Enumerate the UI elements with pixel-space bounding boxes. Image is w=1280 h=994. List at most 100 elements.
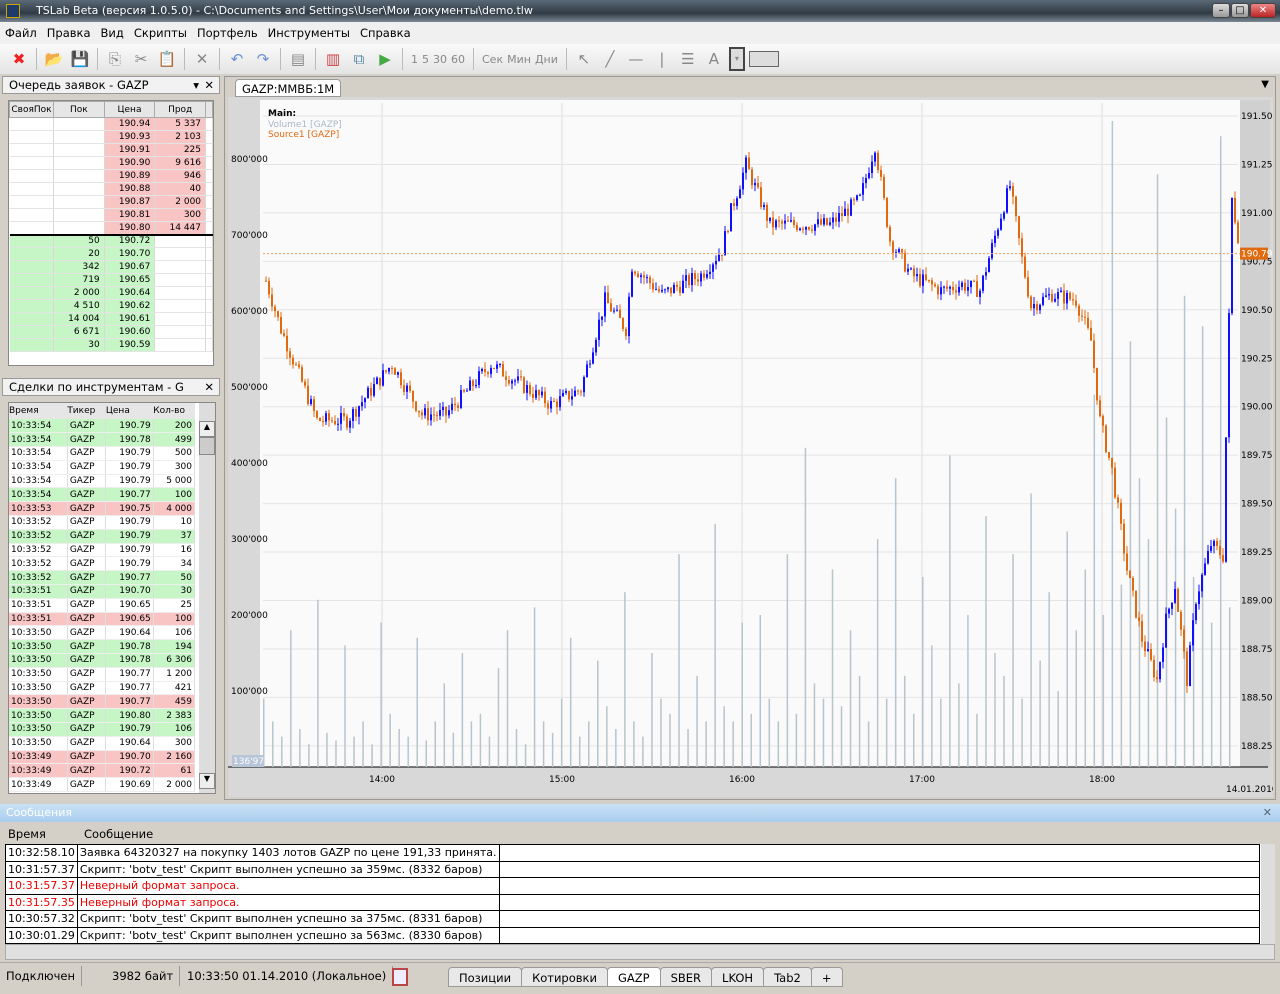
bid-row[interactable]: 30 190.59: [9, 338, 213, 352]
interval-button[interactable]: 1: [409, 53, 420, 66]
bid-row[interactable]: 2 000 190.64: [9, 286, 213, 300]
close-icon[interactable]: ✕: [1263, 804, 1272, 822]
menu-item[interactable]: Инструменты: [263, 22, 355, 44]
trade-row[interactable]: 10:33:52 GAZP 190.79 34: [9, 556, 196, 572]
bottom-tab[interactable]: LKOH: [711, 967, 765, 987]
interval-button[interactable]: 30: [431, 53, 449, 66]
menu-item[interactable]: Вид: [96, 22, 129, 44]
messages-scrollbar[interactable]: [1261, 844, 1275, 944]
trade-row[interactable]: 10:33:49 GAZP 190.70 2 160: [9, 750, 196, 765]
bid-row[interactable]: 719 190.65: [9, 273, 213, 287]
ask-row[interactable]: 190.89 946: [9, 169, 213, 183]
message-row[interactable]: 10:30:57.32 Скрипт: 'botv_test' Скрипт вы…: [5, 910, 1260, 928]
close-icon[interactable]: ✕: [204, 379, 214, 395]
column-header[interactable]: Прод: [154, 101, 207, 118]
menu-item[interactable]: Скрипты: [129, 22, 192, 44]
trade-row[interactable]: 10:33:50 GAZP 190.78 6 306: [9, 653, 196, 668]
trade-row[interactable]: 10:33:50 GAZP 190.64 106: [9, 625, 196, 641]
trade-row[interactable]: 10:33:49 GAZP 190.69 2 000: [9, 777, 196, 793]
bid-row[interactable]: 50 190.72: [9, 234, 213, 248]
bottom-tab[interactable]: Tab2: [763, 967, 812, 987]
ask-row[interactable]: 190.91 225: [9, 143, 213, 157]
scroll-down-button[interactable]: ▼: [199, 773, 215, 789]
vline-tool-icon[interactable]: |: [651, 48, 673, 70]
trade-row[interactable]: 10:33:51 GAZP 190.65 25: [9, 598, 196, 613]
messages-hscrollbar[interactable]: [5, 944, 1275, 960]
trade-row[interactable]: 10:33:54 GAZP 190.78 499: [9, 432, 196, 448]
trade-row[interactable]: 10:33:50 GAZP 190.80 2 383: [9, 708, 196, 724]
trade-row[interactable]: 10:33:51 GAZP 190.65 100: [9, 612, 196, 627]
trade-row[interactable]: 10:33:51 GAZP 190.70 30: [9, 584, 196, 599]
bid-row[interactable]: 6 671 190.60: [9, 325, 213, 339]
fibonacci-icon[interactable]: ☰: [677, 48, 699, 70]
interval-button[interactable]: 5: [420, 53, 431, 66]
copy-icon[interactable]: ⎘: [104, 48, 126, 70]
ask-row[interactable]: 190.88 40: [9, 182, 213, 196]
menu-item[interactable]: Файл: [0, 22, 42, 44]
minimize-button[interactable]: –: [1212, 3, 1230, 18]
message-row[interactable]: 10:31:57.35 Неверный формат запроса.: [5, 894, 1260, 911]
column-header[interactable]: Кол-во: [153, 403, 195, 419]
open-folder-icon[interactable]: 📂: [43, 48, 65, 70]
pin-icon[interactable]: ▾: [193, 77, 199, 93]
menu-item[interactable]: Портфель: [192, 22, 263, 44]
message-row[interactable]: 10:32:58.10 Заявка 64320327 на покупку 14…: [5, 844, 1260, 862]
column-header[interactable]: Цена: [103, 101, 156, 118]
text-tool-icon[interactable]: A: [703, 48, 725, 70]
menu-item[interactable]: Правка: [42, 22, 96, 44]
interval-button[interactable]: 60: [449, 53, 467, 66]
column-header[interactable]: СвояПок: [9, 101, 54, 118]
ask-row[interactable]: 190.93 2 103: [9, 130, 213, 144]
ask-row[interactable]: 190.87 2 000: [9, 195, 213, 209]
price-chart[interactable]: 14:00 15:00 16:00 17:00 18:00 191.50 191.25 191…: [228, 97, 1273, 797]
trade-row[interactable]: 10:33:54 GAZP 190.77 100: [9, 487, 196, 503]
close-button[interactable]: ✕: [1250, 3, 1276, 18]
trade-row[interactable]: 10:33:50 GAZP 190.77 459: [9, 694, 196, 710]
trade-row[interactable]: 10:33:54 GAZP 190.79 300: [9, 460, 196, 475]
chart-icon[interactable]: ▥: [322, 48, 344, 70]
undo-icon[interactable]: ↶: [226, 48, 248, 70]
save-icon[interactable]: 💾: [69, 48, 91, 70]
color-swatch[interactable]: [748, 51, 779, 67]
column-header[interactable]: Время: [9, 403, 68, 419]
color-dropdown[interactable]: ▾: [728, 47, 745, 71]
scroll-thumb[interactable]: [199, 437, 215, 455]
bottom-tab[interactable]: SBER: [659, 967, 713, 987]
scroll-up-button[interactable]: ▲: [199, 421, 215, 437]
ask-row[interactable]: 190.94 5 337: [9, 117, 213, 131]
cursor-icon[interactable]: ↖: [573, 48, 595, 70]
bottom-tab[interactable]: GAZP: [606, 967, 661, 987]
bid-row[interactable]: 14 004 190.61: [9, 312, 213, 326]
trade-row[interactable]: 10:33:53 GAZP 190.75 4 000: [9, 501, 196, 517]
trade-row[interactable]: 10:33:50 GAZP 190.79 106: [9, 722, 196, 737]
delete-icon[interactable]: ✖: [8, 48, 30, 70]
redo-icon[interactable]: ↷: [252, 48, 274, 70]
maximize-button[interactable]: □: [1231, 3, 1249, 18]
bid-row[interactable]: 4 510 190.62: [9, 299, 213, 313]
trade-row[interactable]: 10:33:54 GAZP 190.79 200: [9, 419, 196, 434]
ask-row[interactable]: 190.90 9 616: [9, 156, 213, 170]
script-icon[interactable]: ⧉: [348, 48, 370, 70]
run-icon[interactable]: ▶: [374, 48, 396, 70]
trade-row[interactable]: 10:33:52 GAZP 190.77 50: [9, 570, 196, 586]
log-toggle-icon[interactable]: [392, 968, 408, 986]
trade-row[interactable]: 10:33:52 GAZP 190.79 16: [9, 543, 196, 558]
trade-row[interactable]: 10:33:50 GAZP 190.77 1 200: [9, 667, 196, 682]
message-row[interactable]: 10:31:57.37 Скрипт: 'botv_test' Скрипт вы…: [5, 861, 1260, 878]
paste-icon[interactable]: 📋: [156, 48, 178, 70]
line-tool-icon[interactable]: ╱: [599, 48, 621, 70]
bottom-tab[interactable]: Позиции: [448, 967, 523, 987]
bottom-tab[interactable]: +: [810, 967, 843, 987]
ask-row[interactable]: 190.81 300: [9, 208, 213, 222]
trade-row[interactable]: 10:33:50 GAZP 190.78 194: [9, 639, 196, 655]
trade-row[interactable]: 10:33:54 GAZP 190.79 5 000: [9, 474, 196, 489]
unit-button[interactable]: Сек: [480, 53, 505, 66]
unit-button[interactable]: Дни: [533, 53, 560, 66]
chart-menu-icon[interactable]: ▼: [1261, 79, 1269, 90]
bottom-tab[interactable]: Котировки: [521, 967, 608, 987]
cut-icon[interactable]: ✂: [130, 48, 152, 70]
trade-row[interactable]: 10:33:49 GAZP 190.72 61: [9, 763, 196, 779]
message-row[interactable]: 10:30:01.29 Скрипт: 'botv_test' Скрипт вы…: [5, 927, 1260, 944]
column-header[interactable]: Тикер: [67, 403, 106, 419]
trade-row[interactable]: 10:33:52 GAZP 190.79 10: [9, 515, 196, 530]
